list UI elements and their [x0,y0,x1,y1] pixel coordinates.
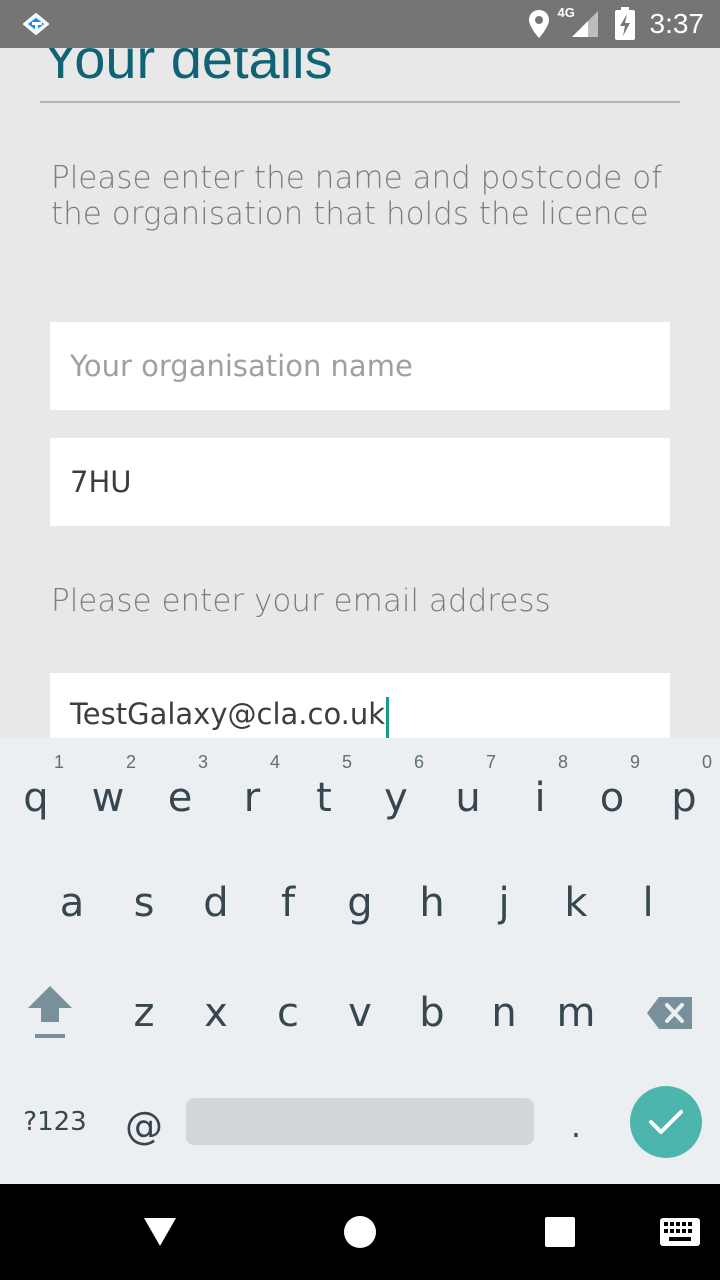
key-b[interactable]: b [396,958,468,1068]
key-v[interactable]: v [324,958,396,1068]
backspace-icon [647,997,692,1029]
key-g[interactable]: g [324,848,396,958]
signal-indicator: 4G [558,5,600,39]
status-bar: 4G 3:37 [0,0,720,48]
clock: 3:37 [649,8,705,39]
shift-icon [28,986,72,1038]
key-p[interactable]: p0 [648,738,720,848]
app-notification-icon [22,12,50,36]
key-t[interactable]: t5 [288,738,360,848]
title-divider [40,101,680,103]
recents-icon [545,1217,575,1247]
email-instruction: Please enter your email address [51,583,551,619]
keyboard-row-4: ?123 @ . [0,1068,720,1178]
enter-key[interactable] [630,1086,702,1158]
key-z[interactable]: z [108,958,180,1068]
period-key[interactable]: . [540,1086,612,1166]
recents-button[interactable] [520,1184,600,1280]
key-a[interactable]: a [36,848,108,958]
key-e[interactable]: e3 [144,738,216,848]
key-s[interactable]: s [108,848,180,958]
enter-check-icon [649,1110,683,1134]
backspace-key[interactable] [632,958,708,1068]
page-title: Your details [42,48,333,90]
symbols-key[interactable]: ?123 [14,1086,96,1158]
battery-charging-icon [614,7,635,40]
space-bar[interactable] [186,1098,534,1145]
back-icon [144,1218,176,1246]
organisation-instruction: Please enter the name and postcode of th… [51,160,663,232]
key-o[interactable]: o9 [576,738,648,848]
signal-icon [571,11,598,37]
at-key[interactable]: @ [108,1086,180,1166]
key-h[interactable]: h [396,848,468,958]
organisation-name-input[interactable]: Your organisation name [50,322,670,410]
status-icons: 4G 3:37 [528,0,705,48]
key-q[interactable]: q1 [0,738,72,848]
key-u[interactable]: u7 [432,738,504,848]
home-icon [344,1216,376,1248]
key-k[interactable]: k [540,848,612,958]
key-i[interactable]: i8 [504,738,576,848]
key-l[interactable]: l [612,848,684,958]
soft-keyboard: q1 w2 e3 r4 t5 y6 u7 i8 o9 p0 a s d f g … [0,738,720,1184]
email-input[interactable]: TestGalaxy@cla.co.uk [50,673,670,738]
details-form: Your details Please enter the name and p… [0,48,720,738]
email-value: TestGalaxy@cla.co.uk [70,697,386,731]
navigation-bar [0,1184,720,1280]
key-f[interactable]: f [252,848,324,958]
key-w[interactable]: w2 [72,738,144,848]
home-button[interactable] [320,1184,400,1280]
keyboard-row-2: a s d f g h j k l [0,848,720,958]
screen: 4G 3:37 Your details Please enter the na… [0,0,720,1280]
key-r[interactable]: r4 [216,738,288,848]
key-n[interactable]: n [468,958,540,1068]
key-c[interactable]: c [252,958,324,1068]
key-d[interactable]: d [180,848,252,958]
key-y[interactable]: y6 [360,738,432,848]
shift-key[interactable] [12,958,88,1068]
text-cursor [386,697,390,738]
back-button[interactable] [120,1184,200,1280]
keyboard-row-1: q1 w2 e3 r4 t5 y6 u7 i8 o9 p0 [0,738,720,848]
key-j[interactable]: j [468,848,540,958]
keyboard-switch-button[interactable] [650,1184,710,1280]
key-x[interactable]: x [180,958,252,1068]
keyboard-row-3: z x c v b n m [0,958,720,1068]
postcode-input[interactable]: 7HU [50,438,670,526]
keyboard-switch-icon [660,1218,700,1246]
key-m[interactable]: m [540,958,612,1068]
location-icon [528,10,549,38]
